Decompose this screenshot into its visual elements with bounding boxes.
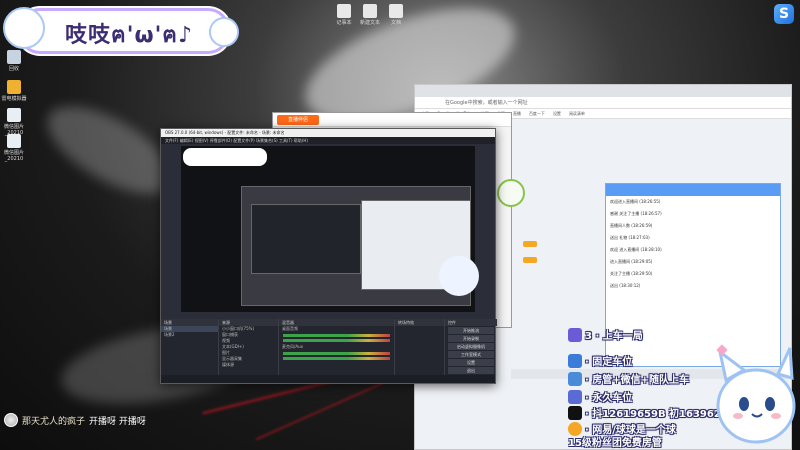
- cat-mascot-icon: [716, 347, 796, 444]
- stream-title-banner: 吱吱ฅ'ω'ฅ♪: [3, 7, 239, 54]
- mixer-channel-label: 麦克风/Aux: [282, 344, 303, 349]
- dock-header: 转场特效: [395, 319, 444, 326]
- desktop-icon-image[interactable]: 微信图片_20210: [0, 108, 28, 136]
- sources-dock[interactable]: 来源 小小窗口机(75%) 窗口捕获 视频 文本(GDI+) 图片 显示器采集 …: [219, 319, 279, 375]
- file-icon: [337, 4, 351, 18]
- browser-address-bar[interactable]: 在Google中搜索，或者输入一个网址: [415, 97, 791, 109]
- stream-title: 吱吱ฅ'ω'ฅ♪: [65, 23, 194, 48]
- info-row: 3 · 上车一局: [568, 326, 643, 343]
- cat-icon: [3, 7, 45, 49]
- desktop-icon-emulator[interactable]: 雷电模拟器: [0, 80, 28, 102]
- desktop-icon-image[interactable]: 微信图片_20210: [0, 134, 28, 162]
- mascot-icon: [439, 256, 479, 296]
- browser-tab-strip[interactable]: [415, 85, 791, 97]
- assistant-button[interactable]: [523, 241, 537, 247]
- desktop-icon-new-text[interactable]: 新建文本: [356, 4, 384, 26]
- info-row: · 房管+微信+随队上车: [568, 370, 689, 387]
- obs-status-bar: [161, 375, 495, 383]
- start-streaming-button[interactable]: 开始推流: [448, 327, 494, 334]
- info-text: · 房管+微信+随队上车: [585, 375, 690, 386]
- source-item[interactable]: 媒体源: [219, 362, 278, 368]
- audio-meter: [283, 334, 390, 337]
- obs-dock: 场景 场景 场景2 来源 小小窗口机(75%) 窗口捕获 视频 文本(GDI+)…: [161, 319, 497, 375]
- emulator-icon: [7, 80, 21, 94]
- address-text: 在Google中搜索，或者输入一个网址: [445, 100, 528, 106]
- desktop-icon-label: 文档: [390, 20, 401, 26]
- wallpaper-petal: [255, 381, 385, 441]
- virtual-camera-button[interactable]: 启动虚拟摄像机: [448, 343, 494, 350]
- dock-header: 混音器: [279, 319, 394, 326]
- car-icon: [568, 353, 582, 368]
- fan-club-note: 15级粉丝团免费房管: [568, 438, 662, 449]
- desktop-icon-notepad[interactable]: 记事本: [330, 4, 358, 26]
- danmaku-text: 开播呀 开播呀: [89, 416, 146, 427]
- app-logo-icon[interactable]: S: [774, 4, 794, 24]
- controls-dock[interactable]: 控件 开始推流 开始录制 启动虚拟摄像机 工作室模式 设置 退出: [445, 319, 497, 375]
- obs-menu-bar[interactable]: 文件(F) 编辑(E) 视图(V) 停靠部件(D) 配置文件(P) 场景集合(S…: [161, 137, 495, 144]
- desktop-icon-label: 记事本: [336, 20, 352, 26]
- obs-window[interactable]: OBS 27.0.0 (64-bit, windows) - 配置文件: 未命名…: [160, 128, 497, 384]
- bookmark-item[interactable]: 阅读清单: [569, 111, 585, 117]
- file-icon: [389, 4, 403, 18]
- scenes-dock[interactable]: 场景 场景 场景2: [161, 319, 219, 375]
- bookmark-item[interactable]: 直播: [513, 111, 521, 117]
- star-icon: [568, 389, 582, 404]
- exit-button[interactable]: 退出: [448, 367, 494, 374]
- transitions-dock[interactable]: 转场特效: [395, 319, 445, 375]
- info-text: 3 · 上车一局: [585, 331, 643, 342]
- dock-header: 场景: [161, 319, 218, 326]
- chat-line: 感谢 关注了主播 (18:26:57): [610, 211, 662, 216]
- cat-icon: [209, 17, 239, 47]
- wechat-icon: [568, 371, 582, 386]
- chat-line: 送出 礼物 (18:27:03): [610, 235, 650, 240]
- bookmark-item[interactable]: 百度一下: [529, 111, 545, 117]
- image-icon: [7, 134, 21, 148]
- desktop-icon-recycle[interactable]: 回收: [0, 50, 28, 72]
- mixer-dock[interactable]: 混音器 桌面音频 麦克风/Aux: [279, 319, 395, 375]
- avatar: [4, 413, 18, 427]
- mixer-channel-label: 桌面音频: [282, 326, 298, 331]
- scene-item[interactable]: 场景2: [161, 332, 218, 338]
- info-text: · 永久车位: [585, 393, 633, 404]
- obs-preview[interactable]: [181, 146, 479, 312]
- tiktok-icon: [568, 405, 582, 420]
- audio-meter: [283, 357, 390, 360]
- info-row: · 固定车位: [568, 352, 632, 369]
- preview-banner: [183, 148, 267, 166]
- desktop-icon-doc[interactable]: 文档: [382, 4, 410, 26]
- start-recording-button[interactable]: 开始录制: [448, 335, 494, 342]
- bookmark-item[interactable]: 设置: [553, 111, 561, 117]
- recycle-bin-icon: [7, 50, 21, 64]
- nested-screen: [251, 204, 361, 274]
- desktop-icon-label: 雷电模拟器: [1, 96, 27, 102]
- danmaku-username: 那天尤人的疯子: [22, 416, 86, 427]
- audio-meter: [283, 339, 390, 342]
- assistant-avatar-icon: [497, 179, 525, 207]
- desktop-icon-label: 新建文本: [359, 20, 380, 26]
- dock-header: 控件: [445, 319, 497, 326]
- assistant-button[interactable]: [523, 257, 537, 263]
- desktop-icon-label: 回收: [8, 66, 19, 72]
- audio-meter: [283, 352, 390, 355]
- settings-button[interactable]: 设置: [448, 359, 494, 366]
- chat-line: 进入直播间 (18:29:05): [610, 259, 653, 264]
- info-row: · 永久车位: [568, 388, 632, 405]
- danmaku-message: 那天尤人的疯子 开播呀 开播呀: [4, 412, 146, 428]
- chat-window-header: [606, 184, 780, 196]
- obs-title-bar: OBS 27.0.0 (64-bit, windows) - 配置文件: 未命名…: [161, 129, 495, 137]
- chat-line: 直播间人数 (18:26:59): [610, 223, 653, 228]
- desktop-icon-label: 微信图片_20210: [3, 150, 24, 162]
- chat-line: 关注了主播 (18:29:50): [610, 271, 653, 276]
- dock-header: 来源: [219, 319, 278, 326]
- chat-line: 送出 (18:30:12): [610, 283, 641, 288]
- chat-line: 欢迎 进入直播间 (18:28:10): [610, 247, 662, 252]
- chat-line: 欢迎进入直播间 (18:26:55): [610, 199, 661, 204]
- assistant-logo: 直播伴侣: [277, 115, 319, 125]
- rocket-icon: [568, 327, 582, 342]
- studio-mode-button[interactable]: 工作室模式: [448, 351, 494, 358]
- info-text: · 固定车位: [585, 357, 633, 368]
- image-icon: [7, 108, 21, 122]
- file-icon: [363, 4, 377, 18]
- assistant-header: 直播伴侣: [273, 113, 511, 127]
